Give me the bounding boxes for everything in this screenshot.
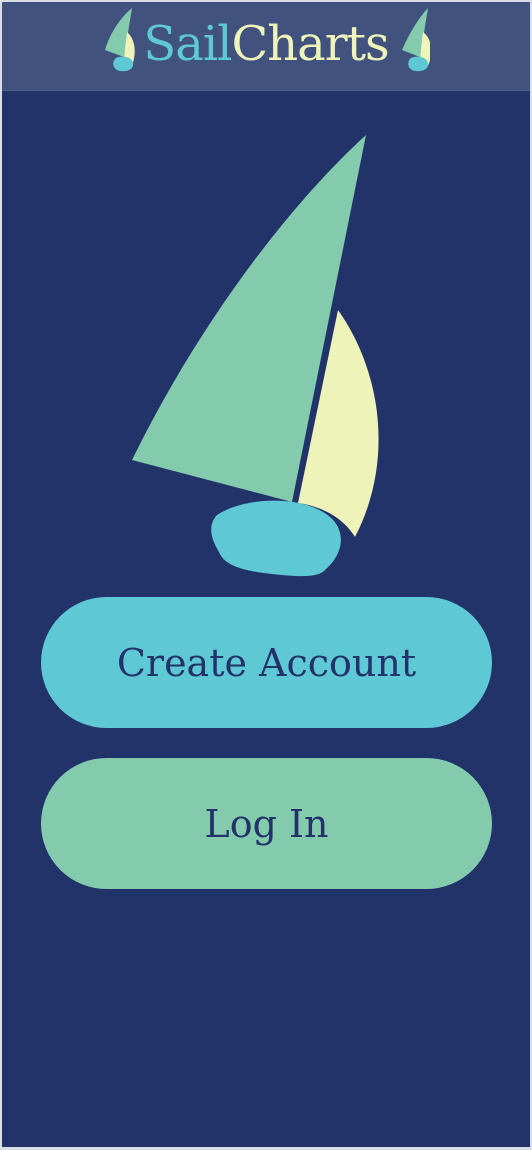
app-title-sail: Sail xyxy=(143,16,232,72)
create-account-label: Create Account xyxy=(116,640,417,685)
create-account-button[interactable]: Create Account xyxy=(41,597,492,728)
sailboat-icon xyxy=(402,8,430,72)
app-title-charts: Charts xyxy=(231,16,390,72)
login-label: Log In xyxy=(204,801,329,846)
app-screen: SailCharts Create Account Log In xyxy=(2,2,530,1147)
sailboat-logo xyxy=(132,135,379,577)
app-header: SailCharts xyxy=(2,2,530,91)
login-button[interactable]: Log In xyxy=(41,758,492,889)
app-title: SailCharts xyxy=(2,12,530,76)
